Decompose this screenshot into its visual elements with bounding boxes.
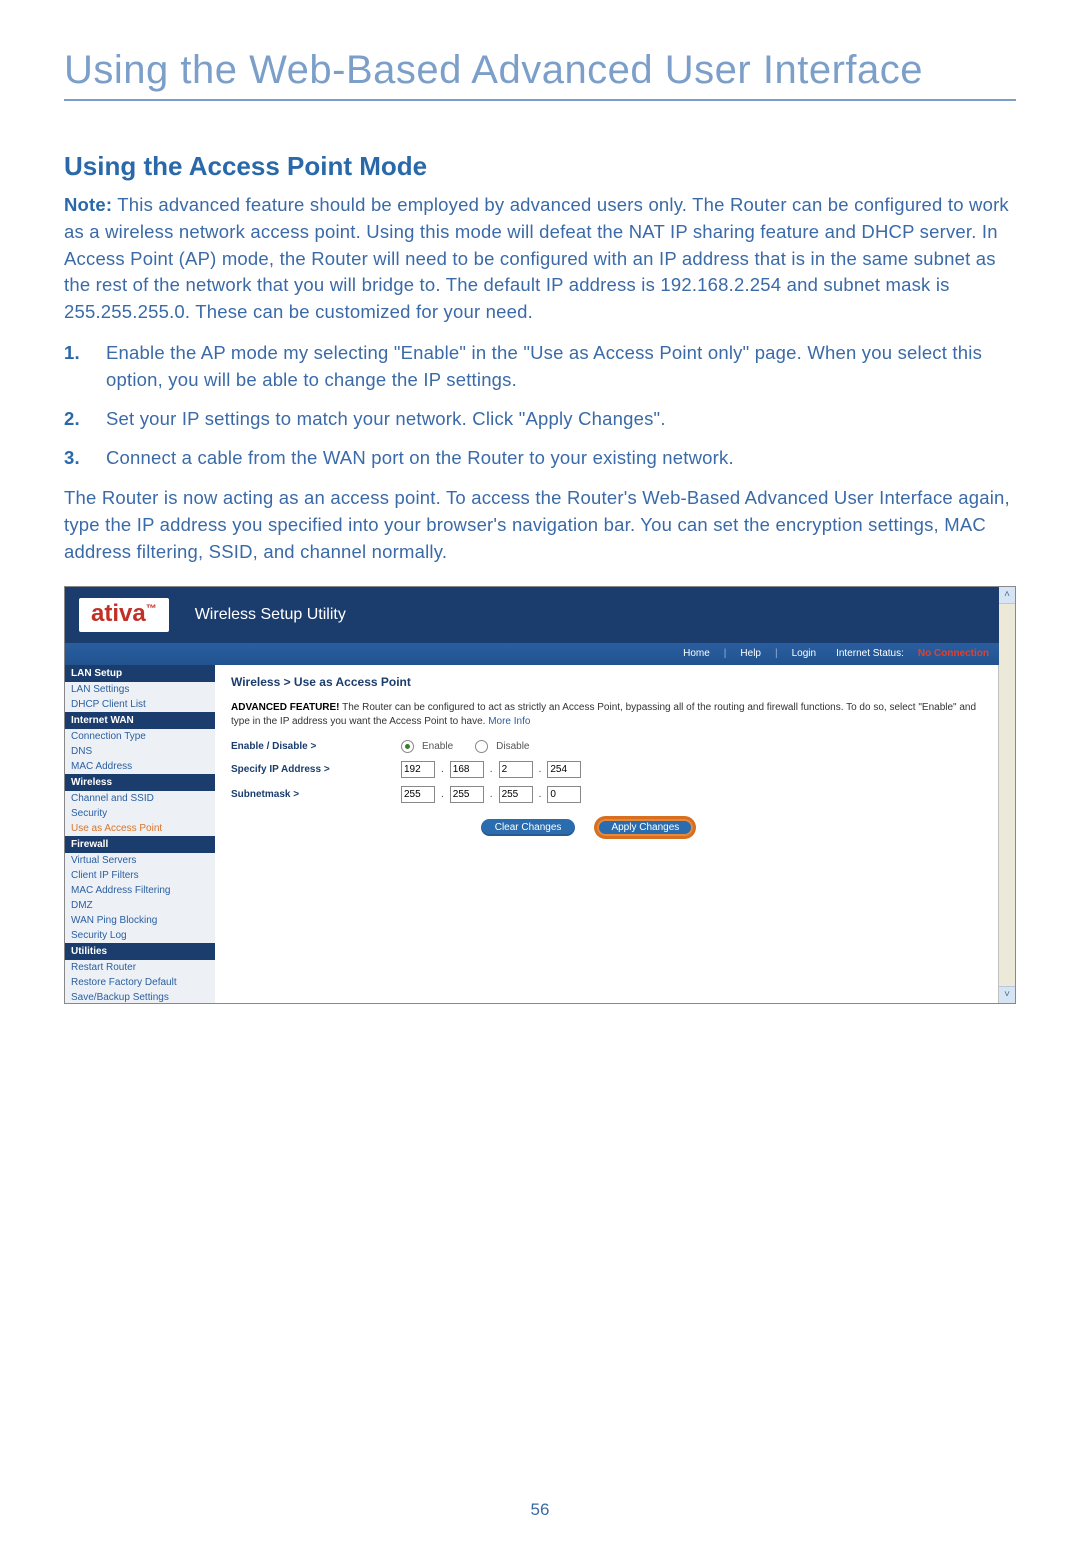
nav-help[interactable]: Help [740, 648, 761, 659]
router-ui-screenshot: ˄ ˅ ativa™ Wireless Setup Utility Home |… [64, 586, 1016, 1004]
advanced-feature-label: ADVANCED FEATURE! [231, 702, 340, 713]
ip-octet-3[interactable] [499, 761, 533, 778]
sidebar-category: Firewall [65, 836, 215, 853]
scrollbar[interactable]: ˄ ˅ [998, 587, 1015, 1003]
advanced-feature-note: ADVANCED FEATURE! The Router can be conf… [231, 701, 983, 730]
apply-changes-button[interactable]: Apply Changes [597, 819, 693, 836]
mask-row: Subnetmask > . . . [231, 786, 983, 803]
step-text: Enable the AP mode my selecting "Enable"… [106, 340, 1016, 394]
sidebar-item[interactable]: Channel and SSID [65, 791, 215, 806]
clear-changes-button[interactable]: Clear Changes [481, 819, 576, 836]
page-title: Using the Web-Based Advanced User Interf… [64, 48, 1016, 101]
sidebar-item[interactable]: WAN Ping Blocking [65, 913, 215, 928]
sidebar-category: Wireless [65, 774, 215, 791]
sidebar-item[interactable]: Save/Backup Settings [65, 990, 215, 1004]
ip-octet-2[interactable] [450, 761, 484, 778]
enable-option-text: Enable [422, 741, 453, 752]
step-item: 2. Set your IP settings to match your ne… [64, 406, 1016, 433]
scroll-down-arrow[interactable]: ˅ [999, 986, 1015, 1003]
sidebar-item[interactable]: DMZ [65, 898, 215, 913]
step-number: 1. [64, 340, 86, 394]
sidebar-item[interactable]: LAN Settings [65, 682, 215, 697]
status-label: Internet Status: [836, 648, 904, 659]
router-header: ativa™ Wireless Setup Utility [65, 587, 999, 643]
advanced-feature-body: The Router can be configured to act as s… [231, 702, 976, 728]
sidebar-item[interactable]: MAC Address [65, 759, 215, 774]
sidebar-item[interactable]: Virtual Servers [65, 853, 215, 868]
step-text: Connect a cable from the WAN port on the… [106, 445, 1016, 472]
step-text: Set your IP settings to match your netwo… [106, 406, 1016, 433]
brand-text: ativa [91, 600, 146, 627]
sidebar-item[interactable]: Use as Access Point [65, 821, 215, 836]
note-body: This advanced feature should be employed… [64, 194, 1009, 322]
breadcrumb: Wireless > Use as Access Point [231, 675, 983, 689]
sidebar-item[interactable]: Restart Router [65, 960, 215, 975]
ip-row: Specify IP Address > . . . [231, 761, 983, 778]
sidebar-item[interactable]: Restore Factory Default [65, 975, 215, 990]
scroll-up-arrow[interactable]: ˄ [999, 587, 1015, 604]
sidebar-category: Internet WAN [65, 712, 215, 729]
mask-octet-3[interactable] [499, 786, 533, 803]
steps-list: 1. Enable the AP mode my selecting "Enab… [64, 340, 1016, 471]
status-value: No Connection [918, 648, 989, 659]
disable-radio[interactable] [475, 740, 488, 753]
step-number: 2. [64, 406, 86, 433]
sidebar-item[interactable]: MAC Address Filtering [65, 883, 215, 898]
ip-label: Specify IP Address > [231, 764, 401, 775]
brand-logo: ativa™ [79, 598, 169, 632]
sidebar-item[interactable]: Security Log [65, 928, 215, 943]
sidebar-item[interactable]: Connection Type [65, 729, 215, 744]
ip-octet-1[interactable] [401, 761, 435, 778]
mask-octet-2[interactable] [450, 786, 484, 803]
step-number: 3. [64, 445, 86, 472]
enable-row: Enable / Disable > Enable Disable [231, 740, 983, 753]
section-title: Using the Access Point Mode [64, 151, 1016, 182]
sidebar-category: LAN Setup [65, 665, 215, 682]
note-label: Note: [64, 194, 112, 215]
router-sidebar: LAN SetupLAN SettingsDHCP Client ListInt… [65, 665, 215, 1003]
more-info-link[interactable]: More Info [488, 716, 530, 727]
step-item: 1. Enable the AP mode my selecting "Enab… [64, 340, 1016, 394]
step-item: 3. Connect a cable from the WAN port on … [64, 445, 1016, 472]
ip-octet-4[interactable] [547, 761, 581, 778]
nav-home[interactable]: Home [683, 648, 710, 659]
router-content: Wireless > Use as Access Point ADVANCED … [215, 665, 999, 1003]
sidebar-item[interactable]: DHCP Client List [65, 697, 215, 712]
sidebar-item[interactable]: Client IP Filters [65, 868, 215, 883]
mask-label: Subnetmask > [231, 789, 401, 800]
brand-tm: ™ [146, 603, 157, 615]
enable-label: Enable / Disable > [231, 741, 401, 752]
sidebar-category: Utilities [65, 943, 215, 960]
mask-octet-1[interactable] [401, 786, 435, 803]
page-number: 56 [0, 1500, 1080, 1520]
closing-paragraph: The Router is now acting as an access po… [64, 485, 1016, 565]
sidebar-item[interactable]: DNS [65, 744, 215, 759]
nav-login[interactable]: Login [792, 648, 816, 659]
enable-radio[interactable] [401, 740, 414, 753]
mask-octet-4[interactable] [547, 786, 581, 803]
utility-title: Wireless Setup Utility [195, 606, 346, 624]
sidebar-item[interactable]: Security [65, 806, 215, 821]
disable-option-text: Disable [496, 741, 529, 752]
note-paragraph: Note: This advanced feature should be em… [64, 192, 1016, 326]
router-subheader: Home | Help | Login Internet Status: No … [65, 643, 999, 665]
